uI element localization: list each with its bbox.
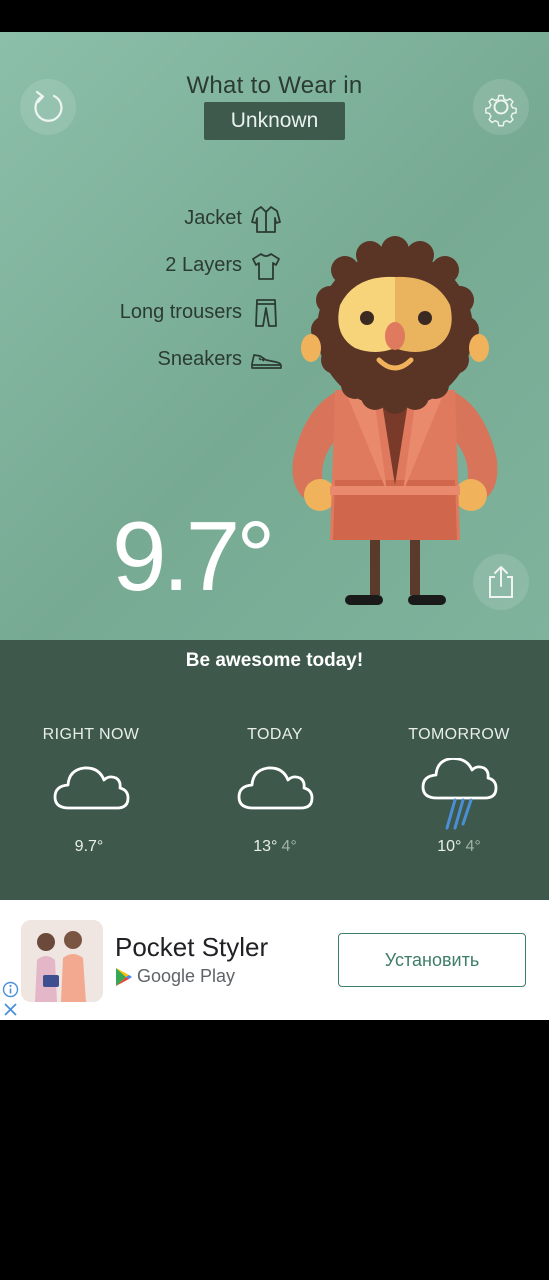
forecast-panel: Be awesome today! RIGHT NOW 9.7° TODAY 1…: [0, 640, 549, 900]
sneaker-icon: [251, 353, 282, 369]
clothing-label: Sneakers: [157, 348, 243, 370]
settings-button[interactable]: [473, 79, 529, 135]
clothing-item-jacket: Jacket: [60, 195, 282, 242]
forecast-today: TODAY 13° 4°: [200, 726, 350, 856]
forecast-high: 9.7°: [74, 838, 104, 855]
cloud-icon: [237, 766, 314, 810]
hero-section: What to Wear in Unknown Jacket 2 Layers …: [0, 32, 549, 640]
clothing-label: Long trousers: [119, 301, 242, 323]
share-icon: [489, 566, 513, 598]
gear-icon: [485, 94, 517, 127]
trousers-icon: [255, 298, 277, 327]
ad-store: Google Play: [115, 966, 235, 987]
clothing-list: Jacket 2 Layers Long trousers Sneakers: [60, 195, 282, 383]
ad-title[interactable]: Pocket Styler: [115, 932, 268, 963]
motto-text: Be awesome today!: [185, 650, 364, 671]
clothing-item-sneakers: Sneakers: [60, 336, 282, 383]
clothing-label: Jacket: [184, 207, 242, 229]
forecast-low: 4°: [281, 838, 297, 855]
forecast-label: TOMORROW: [408, 726, 510, 743]
tshirt-icon: [252, 252, 280, 280]
forecast-label: RIGHT NOW: [42, 726, 140, 743]
character-illustration: [285, 230, 515, 610]
forecast-high: 10°: [437, 838, 462, 855]
ad-banner[interactable]: Pocket Styler Google Play Установить: [0, 900, 549, 1020]
clothing-item-trousers: Long trousers: [60, 289, 282, 336]
location-selector[interactable]: Unknown: [204, 102, 345, 140]
jacket-icon: [251, 205, 281, 233]
forecast-low: 4°: [465, 838, 481, 855]
cloud-icon: [53, 766, 130, 810]
clothing-label: 2 Layers: [165, 254, 242, 276]
status-bar: [0, 0, 549, 32]
clothing-item-layers: 2 Layers: [60, 242, 282, 289]
system-navigation-area: [0, 1020, 549, 1280]
ad-store-label: Google Play: [137, 966, 236, 986]
info-icon[interactable]: [2, 981, 19, 998]
ad-app-image[interactable]: [21, 920, 103, 1002]
rain-cloud-icon: [421, 758, 498, 830]
google-play-icon: [116, 967, 132, 986]
share-button[interactable]: [473, 554, 529, 610]
page-title: What to Wear in: [186, 72, 363, 99]
install-button[interactable]: Установить: [338, 933, 526, 987]
forecast-label: TODAY: [247, 726, 303, 743]
current-temperature: 9.7°: [112, 501, 275, 611]
close-icon[interactable]: [2, 1001, 19, 1018]
forecast-tomorrow: TOMORROW 10° 4°: [384, 726, 534, 856]
forecast-high: 13°: [253, 838, 278, 855]
forecast-right-now: RIGHT NOW 9.7°: [16, 726, 166, 856]
